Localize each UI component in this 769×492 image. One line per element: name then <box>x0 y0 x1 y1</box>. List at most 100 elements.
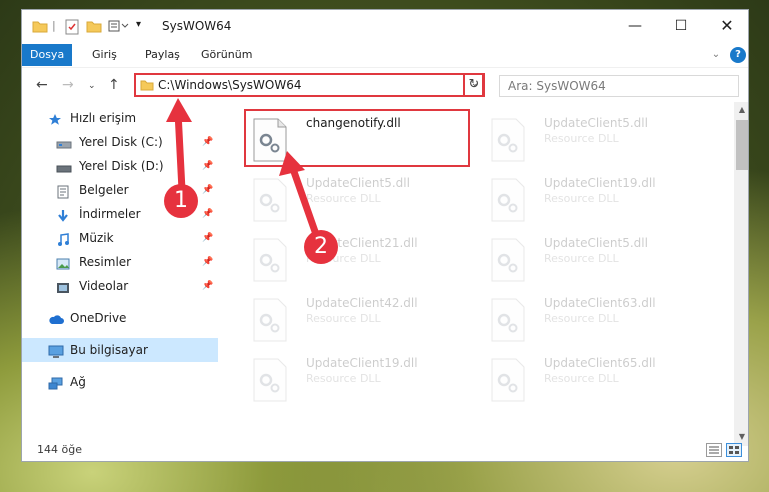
folder-icon <box>32 19 48 35</box>
file-name: UpdateClient63.dll <box>544 296 656 310</box>
sidebar-item-disk-d[interactable]: Yerel Disk (D:) 📌 <box>22 154 218 178</box>
videos-icon <box>56 279 70 293</box>
close-button[interactable]: ✕ <box>704 10 748 42</box>
sidebar-item-pictures[interactable]: Resimler 📌 <box>22 250 218 274</box>
address-path: C:\Windows\SysWOW64 <box>158 78 302 92</box>
music-icon <box>56 231 70 246</box>
pin-icon[interactable]: 📌 <box>202 130 213 154</box>
cloud-icon <box>48 311 64 325</box>
pin-icon[interactable]: 📌 <box>202 250 213 274</box>
forward-icon[interactable]: → <box>62 77 74 93</box>
download-icon <box>56 207 70 222</box>
network-icon <box>48 375 63 390</box>
file-name: UpdateClient42.dll <box>306 296 418 310</box>
callout-step-1: 1 <box>164 184 198 218</box>
sidebar-item-videos[interactable]: Videolar 📌 <box>22 274 218 298</box>
file-item[interactable]: UpdateClient65.dll Resource DLL <box>484 352 714 408</box>
refresh-button[interactable]: ↻ <box>463 73 485 97</box>
navigation-bar: ← → ⌄ ↑ C:\Windows\SysWOW64 ⌄ ↻ Ara: Sys… <box>22 67 748 101</box>
file-item[interactable]: UpdateClient19.dll Resource DLL <box>246 352 476 408</box>
scroll-up-icon[interactable]: ▲ <box>734 105 748 114</box>
file-type: Resource DLL <box>306 192 381 205</box>
file-item[interactable]: UpdateClient5.dll Resource DLL <box>484 112 714 168</box>
pictures-icon <box>56 255 70 270</box>
pin-icon[interactable]: 📌 <box>202 154 213 178</box>
file-highlight-box <box>244 109 470 167</box>
new-folder-icon[interactable] <box>86 19 102 35</box>
callout-step-2: 2 <box>304 230 338 264</box>
chevron-down-icon[interactable]: ▾ <box>136 19 141 35</box>
sidebar-item-quick-access[interactable]: Hızlı erişim <box>22 106 218 130</box>
dll-file-icon <box>491 238 525 282</box>
search-input[interactable]: Ara: SysWOW64 <box>499 75 739 97</box>
explorer-window: | ▾ SysWOW64 — ☐ ✕ Dosya Giriş Paylaş Gö… <box>21 9 749 462</box>
file-name: UpdateClient65.dll <box>544 356 656 370</box>
file-type: Resource DLL <box>544 132 619 145</box>
file-type: Resource DLL <box>544 312 619 325</box>
minimize-button[interactable]: — <box>612 10 658 42</box>
file-name: UpdateClient5.dll <box>544 236 648 250</box>
file-item[interactable]: UpdateClient63.dll Resource DLL <box>484 292 714 348</box>
documents-icon <box>56 183 70 199</box>
pin-icon[interactable]: 📌 <box>202 226 213 250</box>
file-type: Resource DLL <box>306 312 381 325</box>
back-icon[interactable]: ← <box>36 77 48 93</box>
title-bar: | ▾ SysWOW64 — ☐ ✕ <box>22 10 748 42</box>
vertical-scrollbar[interactable]: ▲ ▼ <box>734 102 748 446</box>
tab-share[interactable]: Paylaş <box>137 44 188 66</box>
up-icon[interactable]: ↑ <box>108 77 120 93</box>
folder-icon <box>140 78 154 94</box>
file-name: UpdateClient19.dll <box>306 356 418 370</box>
sidebar: Hızlı erişim Yerel Disk (C:) 📌 Yerel Dis… <box>22 106 218 446</box>
customize-icon[interactable] <box>108 19 130 35</box>
status-bar: 144 öğe <box>22 440 748 461</box>
dll-file-icon <box>253 178 287 222</box>
dll-file-icon <box>491 358 525 402</box>
computer-icon <box>48 343 64 358</box>
details-view-icon[interactable] <box>706 443 722 457</box>
item-count: 144 öğe <box>37 443 82 456</box>
tab-home[interactable]: Giriş <box>84 44 125 66</box>
file-type: Resource DLL <box>544 252 619 265</box>
recent-locations-icon[interactable]: ⌄ <box>88 81 96 91</box>
pin-icon[interactable]: 📌 <box>202 274 213 298</box>
pin-icon[interactable]: 📌 <box>202 178 213 202</box>
file-type: Resource DLL <box>306 372 381 385</box>
maximize-button[interactable]: ☐ <box>658 10 704 42</box>
ribbon-tabs: Dosya Giriş Paylaş Görünüm ⌄ ? <box>22 44 748 66</box>
sidebar-item-onedrive[interactable]: OneDrive <box>22 306 218 330</box>
sidebar-item-this-pc[interactable]: Bu bilgisayar <box>22 338 218 362</box>
scrollbar-thumb[interactable] <box>736 120 748 170</box>
dll-file-icon <box>253 238 287 282</box>
file-item[interactable]: UpdateClient42.dll Resource DLL <box>246 292 476 348</box>
drive-icon <box>56 159 72 173</box>
tab-file[interactable]: Dosya <box>22 44 73 66</box>
sidebar-item-music[interactable]: Müzik 📌 <box>22 226 218 250</box>
help-icon[interactable]: ? <box>730 47 746 63</box>
file-name: UpdateClient5.dll <box>544 116 648 130</box>
pin-icon[interactable]: 📌 <box>202 202 213 226</box>
sidebar-item-disk-c[interactable]: Yerel Disk (C:) 📌 <box>22 130 218 154</box>
file-item[interactable]: UpdateClient5.dll Resource DLL <box>246 172 476 228</box>
dll-file-icon <box>253 298 287 342</box>
dll-file-icon <box>253 358 287 402</box>
window-title: SysWOW64 <box>162 19 232 33</box>
dll-file-icon <box>491 298 525 342</box>
file-type: Resource DLL <box>544 372 619 385</box>
properties-icon[interactable] <box>64 19 80 35</box>
expand-ribbon-icon[interactable]: ⌄ <box>708 47 724 63</box>
file-item[interactable]: UpdateClient19.dll Resource DLL <box>484 172 714 228</box>
file-item[interactable]: UpdateClient5.dll Resource DLL <box>484 232 714 288</box>
tab-view[interactable]: Görünüm <box>193 44 260 66</box>
address-bar[interactable]: C:\Windows\SysWOW64 ⌄ <box>134 73 484 97</box>
sidebar-item-network[interactable]: Ağ <box>22 370 218 394</box>
drive-icon <box>56 135 72 149</box>
file-name: UpdateClient19.dll <box>544 176 656 190</box>
dll-file-icon <box>491 118 525 162</box>
dll-file-icon <box>491 178 525 222</box>
file-name: UpdateClient5.dll <box>306 176 410 190</box>
file-type: Resource DLL <box>544 192 619 205</box>
file-item[interactable]: UpdateClient21.dll Resource DLL <box>246 232 476 288</box>
large-icons-view-icon[interactable] <box>726 443 742 457</box>
star-icon <box>48 111 62 125</box>
